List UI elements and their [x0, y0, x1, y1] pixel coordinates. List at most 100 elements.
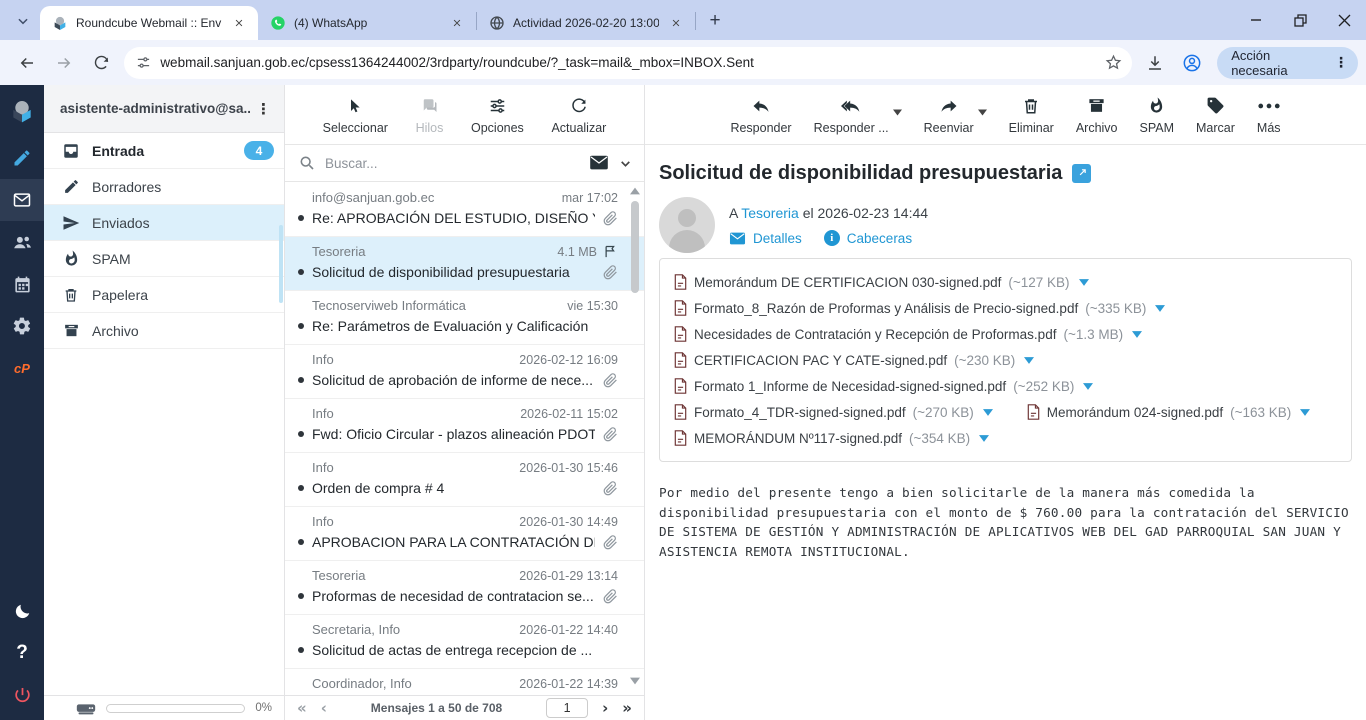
contacts-icon[interactable]	[0, 221, 44, 263]
tab-search-icon[interactable]	[8, 6, 38, 36]
settings-icon[interactable]	[0, 305, 44, 347]
prev-page-icon[interactable]: ‹	[321, 701, 327, 716]
attachment[interactable]: Necesidades de Contratación y Recepción …	[674, 326, 1142, 342]
open-in-new-window-icon[interactable]	[1072, 164, 1091, 183]
delete-button[interactable]: Eliminar	[1009, 95, 1054, 135]
help-icon[interactable]: ?	[0, 632, 44, 674]
profile-icon[interactable]	[1177, 47, 1208, 79]
message-row[interactable]: Coordinador, Info2026-01-22 14:39	[285, 669, 644, 695]
attachment-menu-caret-icon[interactable]	[1079, 279, 1089, 286]
reply-button[interactable]: Responder	[730, 95, 791, 135]
account-bar[interactable]: asistente-administrativo@sa... ⋮	[44, 85, 284, 133]
attachment-menu-caret-icon[interactable]	[1083, 383, 1093, 390]
page-number-input[interactable]: 1	[546, 698, 588, 718]
attachment[interactable]: Formato_4_TDR-signed-signed.pdf (~270 KB…	[674, 404, 993, 420]
attachment-menu-caret-icon[interactable]	[979, 435, 989, 442]
attachment-menu-caret-icon[interactable]	[1132, 331, 1142, 338]
folder-borradores[interactable]: Borradores	[44, 169, 284, 205]
msg-size: 4.1 MB	[557, 245, 597, 259]
options-button[interactable]: Opciones	[471, 95, 524, 135]
message-row[interactable]: Info2026-02-12 16:09 Solicitud de aproba…	[285, 345, 644, 399]
message-row[interactable]: Tecnoserviweb Informáticavie 15:30 Re: P…	[285, 291, 644, 345]
site-settings-icon[interactable]	[136, 55, 151, 70]
message-row[interactable]: Info2026-01-30 15:46 Orden de compra # 4	[285, 453, 644, 507]
select-button[interactable]: Seleccionar	[323, 95, 388, 135]
scrollbar-down-icon[interactable]	[630, 677, 640, 685]
next-page-icon[interactable]: ›	[602, 701, 608, 716]
folder-papelera[interactable]: Papelera	[44, 277, 284, 313]
headers-link[interactable]: i Cabeceras	[824, 230, 912, 246]
search-options-chevron-icon[interactable]	[619, 157, 632, 170]
reload-icon[interactable]	[86, 47, 117, 79]
tab-whatsapp[interactable]: (4) WhatsApp	[258, 6, 476, 40]
attachment-size: (~252 KB)	[1013, 379, 1074, 394]
back-icon[interactable]	[11, 47, 42, 79]
forward-icon[interactable]	[48, 47, 79, 79]
last-page-icon[interactable]: »	[622, 701, 632, 716]
flag-icon[interactable]	[603, 244, 618, 259]
pagination-label: Mensajes 1 a 50 de 708	[341, 701, 532, 715]
message-row-selected[interactable]: Tesoreria4.1 MB Solicitud de disponibili…	[285, 237, 644, 291]
threads-button[interactable]: Hilos	[416, 95, 444, 135]
attachment-menu-caret-icon[interactable]	[1155, 305, 1165, 312]
reply-all-caret-icon[interactable]	[893, 109, 902, 116]
minimize-button[interactable]	[1234, 0, 1278, 40]
attachment-menu-caret-icon[interactable]	[1024, 357, 1034, 364]
calendar-icon[interactable]	[0, 263, 44, 305]
folder-enviados[interactable]: Enviados	[44, 205, 284, 241]
tab-close-icon[interactable]	[230, 14, 248, 32]
close-window-button[interactable]	[1322, 0, 1366, 40]
attachment[interactable]: Memorándum 024-signed.pdf (~163 KB)	[1027, 404, 1311, 420]
refresh-button[interactable]: Actualizar	[551, 95, 606, 135]
cpanel-icon[interactable]: cP	[0, 347, 44, 389]
recipient-link[interactable]: Tesoreria	[741, 205, 799, 221]
list-scrollbar-thumb[interactable]	[631, 201, 639, 293]
folder-spam[interactable]: SPAM	[44, 241, 284, 277]
search-input[interactable]	[325, 156, 579, 171]
search-scope-mail-icon[interactable]	[589, 155, 609, 171]
forward-caret-icon[interactable]	[978, 109, 987, 116]
msg-subject: Solicitud de aprobación de informe de ne…	[312, 372, 595, 388]
download-icon[interactable]	[1139, 47, 1170, 79]
browser-menu-icon[interactable]: ⋮	[1328, 55, 1354, 71]
folder-entrada[interactable]: Entrada 4	[44, 133, 284, 169]
forward-button[interactable]: Reenviar	[924, 95, 974, 135]
archive-button[interactable]: Archivo	[1076, 95, 1118, 135]
restore-button[interactable]	[1278, 0, 1322, 40]
mail-icon[interactable]	[0, 179, 44, 221]
new-tab-button[interactable]: +	[702, 8, 728, 34]
details-link[interactable]: Detalles	[729, 231, 802, 246]
attachment[interactable]: Formato_8_Razón de Proformas y Análisis …	[674, 300, 1165, 316]
message-row[interactable]: Info2026-01-30 14:49 APROBACION PARA LA …	[285, 507, 644, 561]
mark-button[interactable]: Marcar	[1196, 95, 1235, 135]
scrollbar-up-icon[interactable]	[630, 187, 640, 195]
bookmark-star-icon[interactable]	[1105, 54, 1122, 71]
tab-actividad[interactable]: Actividad 2026-02-20 13:00:00	[477, 6, 695, 40]
message-row[interactable]: Secretaria, Info2026-01-22 14:40 Solicit…	[285, 615, 644, 669]
folder-archivo[interactable]: Archivo	[44, 313, 284, 349]
tab-roundcube[interactable]: Roundcube Webmail :: Enviados	[40, 6, 258, 40]
tab-close-icon[interactable]	[448, 14, 466, 32]
message-row[interactable]: Tesoreria2026-01-29 13:14 Proformas de n…	[285, 561, 644, 615]
attachment-menu-caret-icon[interactable]	[1300, 409, 1310, 416]
url-bar[interactable]: webmail.sanjuan.gob.ec/cpsess1364244002/…	[124, 47, 1132, 79]
attachment[interactable]: Memorándum DE CERTIFICACION 030-signed.p…	[674, 274, 1089, 290]
attachment[interactable]: MEMORÁNDUM Nº117-signed.pdf (~354 KB)	[674, 430, 989, 446]
reply-all-button[interactable]: Responder ...	[814, 95, 889, 135]
message-row[interactable]: info@sanjuan.gob.ecmar 17:02 Re: APROBAC…	[285, 183, 644, 237]
logout-power-icon[interactable]	[0, 674, 44, 716]
first-page-icon[interactable]: «	[297, 701, 307, 716]
url-text[interactable]: webmail.sanjuan.gob.ec/cpsess1364244002/…	[160, 55, 1097, 70]
attachment[interactable]: CERTIFICACION PAC Y CATE-signed.pdf (~23…	[674, 352, 1034, 368]
compose-icon[interactable]	[0, 137, 44, 179]
account-menu-icon[interactable]: ⋮	[250, 100, 278, 118]
action-needed-button[interactable]: Acción necesaria ⋮	[1217, 47, 1358, 79]
tab-close-icon[interactable]	[667, 14, 685, 32]
attachment[interactable]: Formato 1_Informe de Necesidad-signed-si…	[674, 378, 1093, 394]
spam-button[interactable]: SPAM	[1140, 95, 1175, 135]
dark-mode-icon[interactable]	[0, 590, 44, 632]
more-button[interactable]: Más	[1257, 95, 1281, 135]
attachment-menu-caret-icon[interactable]	[983, 409, 993, 416]
message-row[interactable]: Info2026-02-11 15:02 Fwd: Oficio Circula…	[285, 399, 644, 453]
folders-scrollbar[interactable]	[279, 225, 283, 303]
